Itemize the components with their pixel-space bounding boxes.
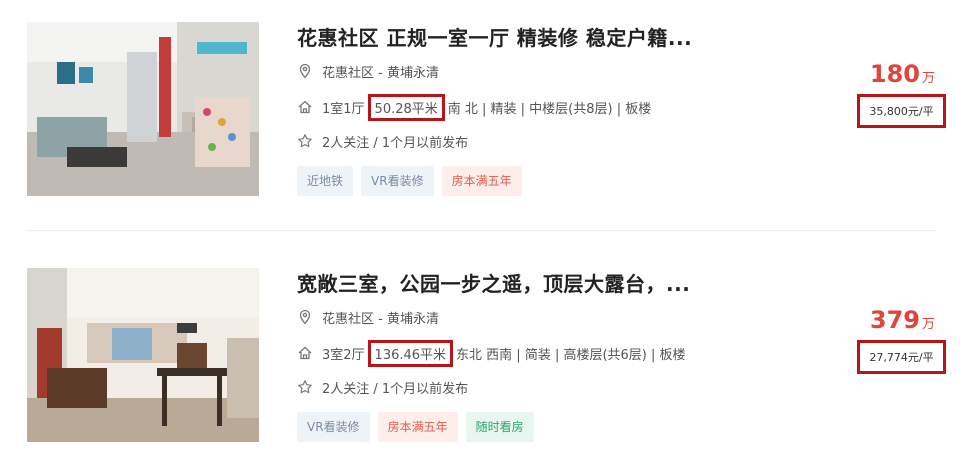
tag-vr: VR看装修 bbox=[297, 412, 370, 442]
tag-list: 近地铁 VR看装修 房本满五年 bbox=[297, 166, 522, 196]
follow-text: 2人关注 / 1个月以前发布 bbox=[322, 381, 469, 397]
tag-anytime-viewing: 随时看房 bbox=[465, 412, 534, 442]
layout-text: 3室2厅 bbox=[322, 347, 365, 363]
location-row: 花惠社区 - 黄埔永清 bbox=[297, 306, 439, 328]
follow-row: 2人关注 / 1个月以前发布 bbox=[297, 376, 468, 398]
price-unit: 万 bbox=[921, 317, 935, 332]
tag-near-subway: 近地铁 bbox=[297, 166, 354, 196]
unit-price: 35,800元/平 bbox=[857, 94, 946, 128]
layout-text: 1室1厅 bbox=[322, 101, 365, 117]
listing-photo[interactable] bbox=[27, 268, 259, 442]
star-icon bbox=[297, 379, 313, 395]
location-link[interactable]: 花惠社区 - 黄埔永清 bbox=[322, 62, 439, 81]
house-icon bbox=[297, 345, 313, 361]
total-price: 379 万 bbox=[870, 306, 935, 334]
divider bbox=[27, 230, 937, 231]
listing-title[interactable]: 宽敞三室，公园一步之遥，顶层大露台，... bbox=[297, 268, 690, 297]
location-row: 花惠社区 - 黄埔永清 bbox=[297, 60, 439, 82]
listing-title[interactable]: 花惠社区 正规一室一厅 精装修 稳定户籍... bbox=[297, 22, 692, 51]
tag-five-years: 房本满五年 bbox=[377, 412, 458, 442]
house-icon bbox=[297, 99, 313, 115]
house-details: 南 北 | 精装 | 中楼层(共8层) | 板楼 bbox=[447, 101, 652, 117]
tag-five-years: 房本满五年 bbox=[441, 166, 522, 196]
unit-price: 27,774元/平 bbox=[857, 340, 946, 374]
tag-list: VR看装修 房本满五年 随时看房 bbox=[297, 412, 534, 442]
house-details: 东北 西南 | 简装 | 高楼层(共6层) | 板楼 bbox=[456, 347, 686, 363]
follow-text: 2人关注 / 1个月以前发布 bbox=[322, 135, 469, 151]
map-pin-icon bbox=[297, 309, 313, 325]
house-info-row: 3室2厅 136.46平米 东北 西南 | 简装 | 高楼层(共6层) | 板楼 bbox=[297, 339, 686, 367]
location-link[interactable]: 花惠社区 - 黄埔永清 bbox=[322, 308, 439, 327]
map-pin-icon bbox=[297, 63, 313, 79]
price-unit: 万 bbox=[921, 71, 935, 86]
listing-photo[interactable] bbox=[27, 22, 259, 196]
tag-vr: VR看装修 bbox=[361, 166, 434, 196]
area-highlight: 136.46平米 bbox=[367, 339, 454, 367]
price-value: 180 bbox=[869, 60, 920, 88]
star-icon bbox=[297, 133, 313, 149]
listing-card[interactable]: 宽敞三室，公园一步之遥，顶层大露台，... 花惠社区 - 黄埔永清 3室2厅 1… bbox=[0, 258, 968, 448]
total-price: 180 万 bbox=[870, 60, 935, 88]
area-highlight: 50.28平米 bbox=[367, 93, 445, 121]
listing-card[interactable]: 花惠社区 正规一室一厅 精装修 稳定户籍... 花惠社区 - 黄埔永清 1室1厅… bbox=[0, 12, 968, 202]
price-value: 379 bbox=[869, 306, 920, 334]
follow-row: 2人关注 / 1个月以前发布 bbox=[297, 130, 468, 152]
house-info-row: 1室1厅 50.28平米 南 北 | 精装 | 中楼层(共8层) | 板楼 bbox=[297, 93, 652, 121]
